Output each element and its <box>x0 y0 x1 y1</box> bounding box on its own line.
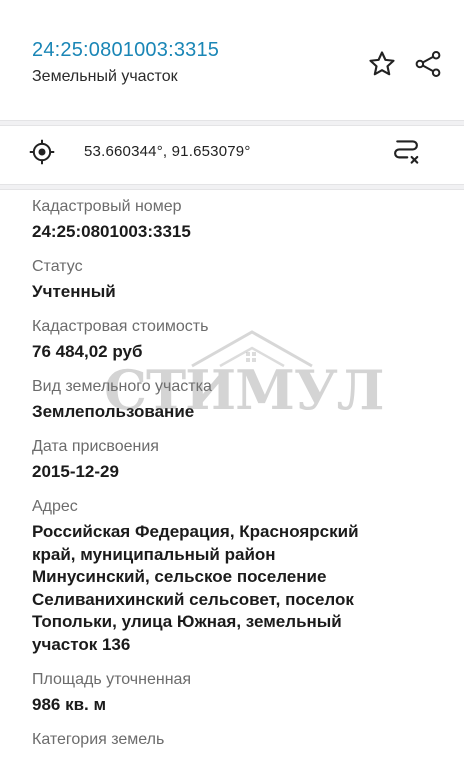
cadastral-title: 24:25:0801003:3315 <box>32 39 220 61</box>
field-label: Вид земельного участка <box>32 378 212 395</box>
field-value[interactable]: 24:25:0801003:3315 <box>32 221 442 243</box>
star-icon <box>369 51 395 76</box>
field-land-category: Категория земель <box>32 729 442 751</box>
locate-icon <box>29 139 55 165</box>
divider <box>0 184 464 190</box>
field-label: Площадь уточненная <box>32 671 192 688</box>
address-line: край, муниципальный район <box>32 544 276 564</box>
field-label: Адрес <box>32 498 78 515</box>
field-label: Кадастровая стоимость <box>32 318 209 335</box>
coordinates-text[interactable]: 53.660344°, 91.653079° <box>84 143 251 160</box>
field-assignment-date: Дата присвоения 2015-12-29 <box>32 436 442 483</box>
address-line: участок 136 <box>32 634 131 654</box>
object-type: Земельный участок <box>32 68 178 85</box>
share-icon <box>415 51 441 77</box>
field-address: Адрес Российская Федерация, Красноярский… <box>32 496 442 656</box>
address-value[interactable]: Российская Федерация, Красноярский край,… <box>32 521 442 656</box>
address-line: Селиванихинский сельсовет, поселок <box>32 589 354 609</box>
field-value: Землепользование <box>32 402 195 421</box>
details-list: Кадастровый номер 24:25:0801003:3315 Ста… <box>32 196 442 764</box>
field-value: 986 кв. м <box>32 695 107 714</box>
field-parcel-type: Вид земельного участка Землепользование <box>32 376 442 423</box>
address-line: Топольки, улица Южная, земельный <box>32 612 342 631</box>
favorite-button[interactable] <box>364 46 400 82</box>
share-button[interactable] <box>410 46 446 82</box>
route-icon <box>394 140 419 164</box>
coordinates-row: 53.660344°, 91.653079° <box>0 126 464 184</box>
field-cadastral-value: Кадастровая стоимость 76 484,02 руб <box>32 316 442 363</box>
field-label: Категория земель <box>32 731 165 748</box>
field-value: 2015-12-29 <box>32 462 119 481</box>
field-label: Кадастровый номер <box>32 198 182 215</box>
route-button[interactable] <box>388 134 424 170</box>
address-line: Российская Федерация, Красноярский <box>32 522 359 541</box>
field-cadastral-number: Кадастровый номер 24:25:0801003:3315 <box>32 196 442 243</box>
field-label: Дата присвоения <box>32 438 159 455</box>
header: 24:25:0801003:3315 Земельный участок <box>0 0 464 120</box>
field-status: Статус Учтенный <box>32 256 442 303</box>
field-label: Статус <box>32 258 83 275</box>
field-area: Площадь уточненная 986 кв. м <box>32 669 442 716</box>
field-value: 76 484,02 руб <box>32 342 143 361</box>
field-value: Учтенный <box>32 282 116 301</box>
address-line: Минусинский, сельское поселение <box>32 567 327 586</box>
locate-button[interactable] <box>26 136 58 168</box>
